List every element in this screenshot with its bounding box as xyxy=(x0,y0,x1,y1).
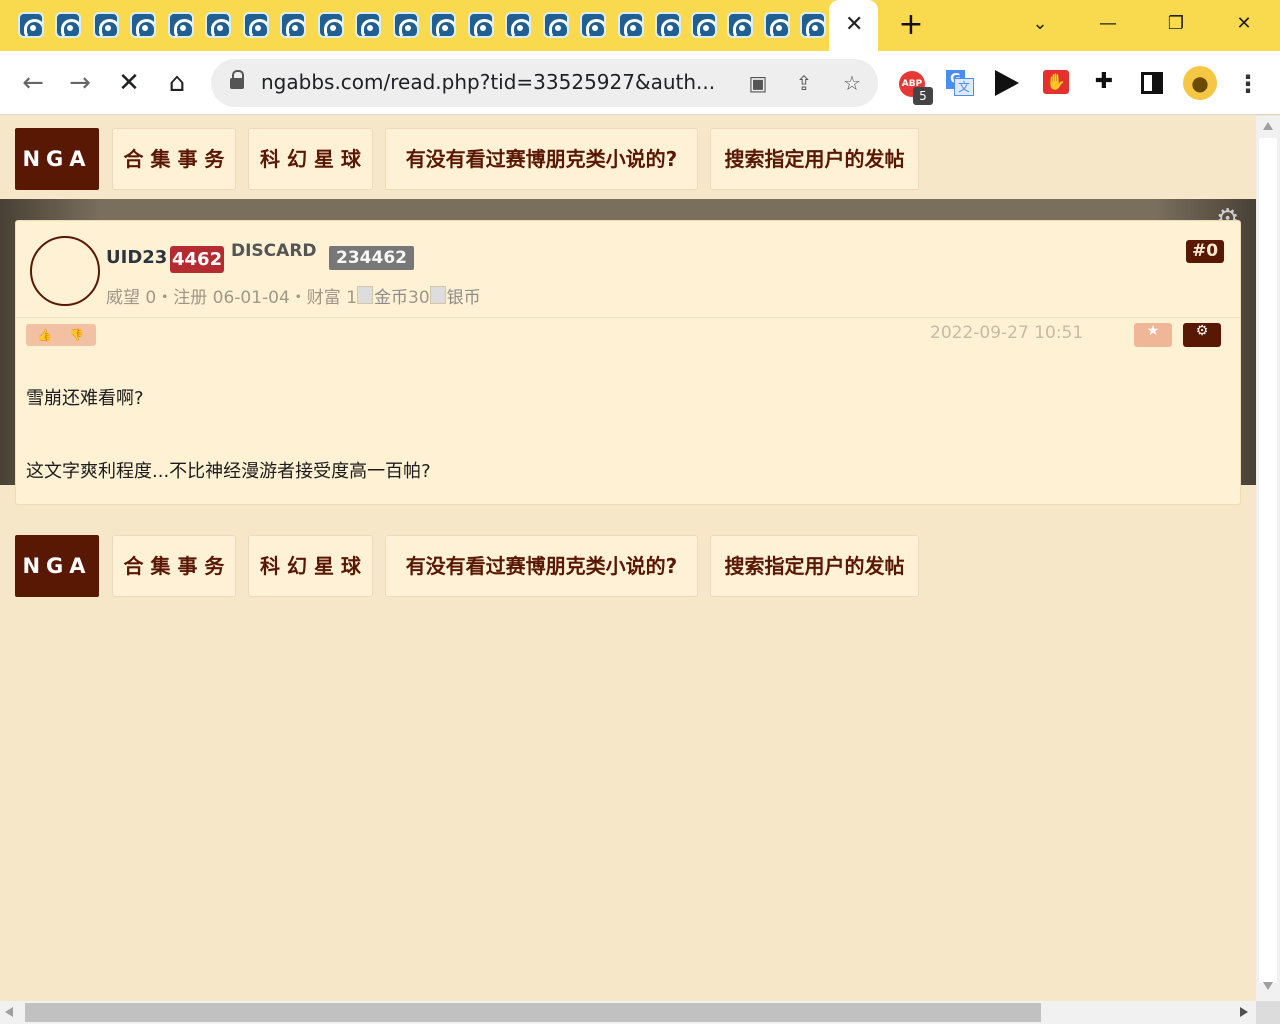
tab-favicon[interactable] xyxy=(280,12,306,38)
vertical-scrollbar-thumb[interactable] xyxy=(1259,138,1277,983)
tab-favicon[interactable] xyxy=(764,12,790,38)
scroll-right-arrow-icon[interactable] xyxy=(1240,1007,1248,1017)
username-suffix: DISCARD xyxy=(231,241,317,261)
vote-buttons: 👍 👎 xyxy=(26,324,96,346)
scroll-down-arrow-icon[interactable] xyxy=(1263,982,1273,990)
tab-favicon[interactable] xyxy=(468,12,494,38)
scrollbar-corner xyxy=(1256,1001,1280,1024)
bottom-breadcrumb-nav: NGA 合 集 事 务 科 幻 星 球 有没有看过赛博朋克类小说的? 搜索指定用… xyxy=(15,535,920,597)
post-content-line: 雪崩还难看啊? xyxy=(26,388,144,409)
tab-favicon[interactable] xyxy=(93,12,119,38)
back-icon[interactable]: ← xyxy=(15,65,51,101)
dislike-extension-icon[interactable]: ✋ xyxy=(1043,70,1069,94)
nav-item-scifi[interactable]: 科 幻 星 球 xyxy=(248,128,373,190)
adblock-count-badge: 5 xyxy=(913,87,933,105)
thumbs-down-icon[interactable]: 👎 xyxy=(69,324,84,346)
tab-favicon[interactable] xyxy=(355,12,381,38)
restore-button[interactable]: ❐ xyxy=(1152,8,1200,40)
post-content: 雪崩还难看啊? 这文字爽利程度...不比神经漫游者接受度高一百帕? xyxy=(26,381,1206,490)
profile-avatar-icon[interactable]: ● xyxy=(1183,66,1217,100)
address-bar[interactable]: ngabbs.com/read.php?tid=33525927&auth...… xyxy=(211,59,878,107)
media-play-extension-icon[interactable] xyxy=(995,70,1019,96)
share-icon[interactable]: ⇪ xyxy=(792,71,816,95)
gold-coin-image: 金币 xyxy=(357,283,408,308)
page-content: NGA 合 集 事 务 科 幻 星 球 有没有看过赛博朋克类小说的? 搜索指定用… xyxy=(0,116,1256,1001)
home-icon[interactable]: ⌂ xyxy=(159,65,195,101)
nga-logo-button[interactable]: NGA xyxy=(15,128,99,190)
floor-number[interactable]: #0 xyxy=(1186,240,1225,263)
tab-favicon[interactable] xyxy=(55,12,81,38)
tab-favicon[interactable] xyxy=(618,12,644,38)
tab-favicon[interactable] xyxy=(430,12,456,38)
top-breadcrumb-nav: NGA 合 集 事 务 科 幻 星 球 有没有看过赛博朋克类小说的? 搜索指定用… xyxy=(15,128,920,190)
nga-logo-button[interactable]: NGA xyxy=(15,535,99,597)
nav-item-collection[interactable]: 合 集 事 务 xyxy=(112,535,236,597)
post-settings-gear-icon[interactable]: ⚙ xyxy=(1183,323,1221,347)
extensions-puzzle-icon[interactable]: ✚ xyxy=(1092,70,1116,94)
tab-favicon[interactable] xyxy=(543,12,569,38)
nav-item-thread[interactable]: 有没有看过赛博朋克类小说的? xyxy=(385,535,698,597)
tab-favicon[interactable] xyxy=(691,12,717,38)
tab-favicon[interactable] xyxy=(18,12,44,38)
post-content-line: 这文字爽利程度...不比神经漫游者接受度高一百帕? xyxy=(26,461,431,482)
new-tab-button[interactable]: + xyxy=(896,10,926,40)
nav-item-thread[interactable]: 有没有看过赛博朋克类小说的? xyxy=(385,128,698,190)
tab-favicon[interactable] xyxy=(130,12,156,38)
google-translate-extension-icon[interactable]: G文 xyxy=(946,70,974,96)
user-meta: 威望 0・注册 06-01-04・财富 1 金币30 银币 xyxy=(106,283,481,308)
tab-favicon[interactable] xyxy=(580,12,606,38)
bookmark-star-icon[interactable]: ☆ xyxy=(840,71,864,95)
tab-favicon[interactable] xyxy=(243,12,269,38)
post-time: 2022-09-27 10:51 xyxy=(930,323,1084,343)
stop-loading-icon[interactable]: ✕ xyxy=(111,65,147,101)
tab-favicon[interactable] xyxy=(727,12,753,38)
tab-strip: ✕ + ⌄ — ❐ ✕ xyxy=(0,0,1280,51)
tab-favicon[interactable] xyxy=(168,12,194,38)
minimize-button[interactable]: — xyxy=(1084,8,1132,40)
coin-count: 30 xyxy=(408,288,430,308)
tab-search-icon[interactable]: ⌄ xyxy=(1016,8,1064,40)
blocked-popup-icon[interactable]: ▣ xyxy=(746,71,770,95)
lock-icon[interactable] xyxy=(230,70,244,89)
url-text[interactable]: ngabbs.com/read.php?tid=33525927&auth... xyxy=(261,70,731,94)
browser-toolbar: ← → ✕ ⌂ ngabbs.com/read.php?tid=33525927… xyxy=(0,51,1280,115)
side-panel-icon[interactable] xyxy=(1141,72,1163,94)
nav-item-scifi[interactable]: 科 幻 星 球 xyxy=(248,535,373,597)
nav-item-collection[interactable]: 合 集 事 务 xyxy=(112,128,236,190)
nav-item-search-user-posts[interactable]: 搜索指定用户的发帖 xyxy=(710,535,919,597)
tab-favicon[interactable] xyxy=(318,12,344,38)
horizontal-scrollbar-thumb[interactable] xyxy=(25,1003,1041,1022)
scroll-up-arrow-icon[interactable] xyxy=(1263,122,1273,130)
browser-menu-icon[interactable]: ⋮ xyxy=(1236,70,1260,98)
tab-favicon[interactable] xyxy=(393,12,419,38)
username-prefix[interactable]: UID23 xyxy=(106,247,167,268)
close-window-button[interactable]: ✕ xyxy=(1220,8,1268,40)
close-tab-icon[interactable]: ✕ xyxy=(845,13,863,37)
user-meta-text: 威望 0・注册 06-01-04・财富 1 xyxy=(106,288,358,308)
tab-favicon[interactable] xyxy=(505,12,531,38)
uid-badge: 234462 xyxy=(329,246,414,270)
scroll-left-arrow-icon[interactable] xyxy=(5,1007,13,1017)
favorite-star-icon[interactable]: ★ xyxy=(1134,323,1172,347)
username-highlight[interactable]: 4462 xyxy=(170,246,225,273)
thumbs-up-icon[interactable]: 👍 xyxy=(37,324,52,346)
post-action-row: 👍 👎 2022-09-27 10:51 ★ ⚙ xyxy=(16,317,1240,355)
post-card: UID23 4462 DISCARD 234462 威望 0・注册 06-01-… xyxy=(15,220,1241,505)
tab-favicon[interactable] xyxy=(205,12,231,38)
forward-icon[interactable]: → xyxy=(62,65,98,101)
tab-favicon[interactable] xyxy=(800,12,826,38)
nav-item-search-user-posts[interactable]: 搜索指定用户的发帖 xyxy=(710,128,919,190)
tab-favicon[interactable] xyxy=(655,12,681,38)
silver-coin-image: 银币 xyxy=(429,283,481,308)
user-avatar[interactable] xyxy=(30,236,100,306)
